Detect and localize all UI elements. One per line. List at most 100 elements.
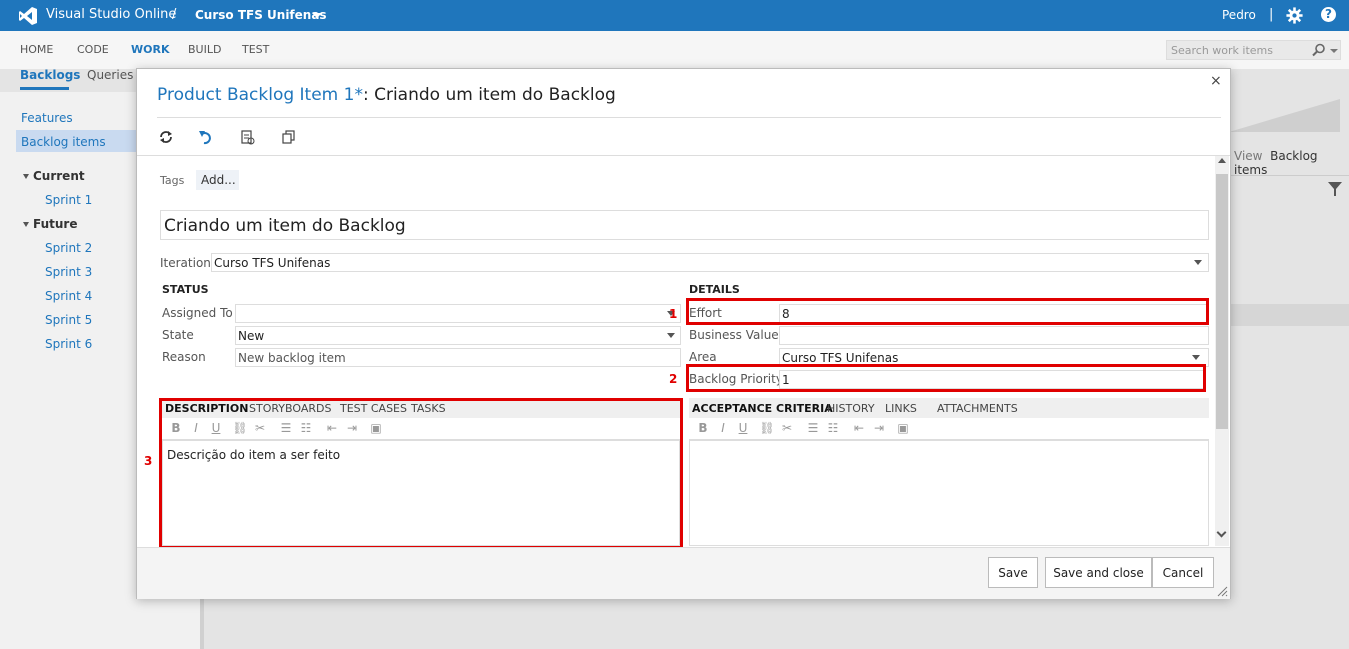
annotation-number-2: 2 bbox=[669, 372, 678, 386]
work-item-dialog: × Product Backlog Item 1*: Criando um it… bbox=[136, 68, 1231, 599]
italic-icon[interactable]: I bbox=[715, 421, 731, 437]
search-placeholder: Search work items bbox=[1171, 44, 1273, 57]
collapse-icon[interactable] bbox=[23, 222, 29, 227]
help-icon[interactable]: ? bbox=[1321, 7, 1336, 22]
acceptance-editor-toolbar: B I U ⛓ ✂ ☰ ☷ ⇤ ⇥ ▣ bbox=[689, 418, 1209, 440]
topbar-divider: | bbox=[1269, 7, 1274, 22]
resize-grip-icon[interactable] bbox=[1216, 585, 1228, 597]
business-value-field[interactable] bbox=[779, 326, 1209, 345]
insert-link-icon[interactable]: ⛓ bbox=[759, 421, 775, 437]
insert-image-icon[interactable]: ▣ bbox=[895, 421, 911, 437]
chevron-down-icon[interactable] bbox=[1192, 355, 1200, 360]
undo-icon[interactable] bbox=[198, 129, 214, 145]
annotation-number-1: 1 bbox=[669, 307, 678, 321]
annotation-box-backlog-priority bbox=[686, 364, 1206, 392]
search-options-chevron-icon[interactable] bbox=[1330, 49, 1338, 53]
scrollbar-thumb[interactable] bbox=[1216, 174, 1228, 429]
assigned-to-field[interactable] bbox=[235, 304, 681, 323]
chevron-down-icon[interactable] bbox=[1194, 260, 1202, 265]
filter-icon[interactable] bbox=[1328, 182, 1342, 196]
area-label: Area bbox=[689, 350, 717, 364]
annotation-number-3: 3 bbox=[144, 454, 153, 468]
area-value: Curso TFS Unifenas bbox=[782, 351, 899, 365]
iteration-value: Curso TFS Unifenas bbox=[214, 256, 331, 270]
sidebar-item-sprint-1[interactable]: Sprint 1 bbox=[45, 193, 92, 207]
underline-icon[interactable]: U bbox=[735, 421, 751, 437]
brand-name[interactable]: Visual Studio Online bbox=[46, 7, 176, 22]
nav-home[interactable]: HOME bbox=[20, 43, 53, 56]
sidebar-item-sprint-5[interactable]: Sprint 5 bbox=[45, 313, 92, 327]
close-icon[interactable]: × bbox=[1210, 73, 1222, 89]
capacity-chart-shape bbox=[1229, 99, 1340, 132]
iteration-label: Iteration bbox=[160, 256, 211, 270]
nav-test[interactable]: TEST bbox=[242, 43, 269, 56]
assigned-to-label: Assigned To bbox=[162, 306, 233, 320]
increase-indent-icon[interactable]: ⇥ bbox=[871, 421, 887, 437]
sidebar-group-future[interactable]: Future bbox=[33, 217, 77, 231]
backlog-row-highlight bbox=[1229, 304, 1349, 326]
sidebar-group-current[interactable]: Current bbox=[33, 169, 85, 183]
chevron-down-icon[interactable] bbox=[312, 13, 322, 18]
cancel-button[interactable]: Cancel bbox=[1152, 557, 1214, 588]
iteration-field[interactable]: Curso TFS Unifenas bbox=[211, 253, 1209, 272]
refresh-icon[interactable] bbox=[158, 129, 174, 145]
sidebar-item-sprint-4[interactable]: Sprint 4 bbox=[45, 289, 92, 303]
tab-acceptance-criteria[interactable]: ACCEPTANCE CRITERIA bbox=[692, 402, 833, 415]
status-heading: STATUS bbox=[162, 283, 209, 296]
remove-link-icon[interactable]: ✂ bbox=[779, 421, 795, 437]
visual-studio-logo-icon[interactable] bbox=[18, 6, 38, 26]
chevron-down-icon[interactable] bbox=[667, 333, 675, 338]
sidebar-item-sprint-2[interactable]: Sprint 2 bbox=[45, 241, 92, 255]
nav-work[interactable]: WORK bbox=[131, 43, 169, 56]
save-button[interactable]: Save bbox=[988, 557, 1038, 588]
title-field[interactable]: Criando um item do Backlog bbox=[160, 210, 1209, 240]
acceptance-criteria-editor[interactable] bbox=[689, 440, 1209, 546]
nav-build[interactable]: BUILD bbox=[188, 43, 221, 56]
collapse-icon[interactable] bbox=[23, 174, 29, 179]
state-field[interactable]: New bbox=[235, 326, 681, 345]
sidebar-item-backlog-items[interactable]: Backlog items bbox=[21, 135, 106, 149]
save-and-close-button[interactable]: Save and close bbox=[1045, 557, 1152, 588]
annotation-box-effort bbox=[686, 298, 1209, 325]
tab-links[interactable]: LINKS bbox=[885, 402, 917, 415]
bold-icon[interactable]: B bbox=[695, 421, 711, 437]
gear-icon[interactable] bbox=[1286, 7, 1303, 24]
divider bbox=[157, 117, 1221, 118]
add-tag-button[interactable]: Add... bbox=[196, 170, 239, 190]
details-heading: DETAILS bbox=[689, 283, 740, 296]
divider bbox=[137, 155, 1230, 156]
tags-label: Tags bbox=[160, 174, 185, 187]
tab-backlogs[interactable]: Backlogs bbox=[20, 68, 80, 82]
work-item-id-link[interactable]: Product Backlog Item 1* bbox=[157, 85, 363, 105]
breadcrumb-separator: / bbox=[172, 7, 177, 22]
search-input[interactable]: Search work items bbox=[1166, 40, 1341, 60]
reason-value: New backlog item bbox=[238, 351, 346, 365]
annotation-box-description bbox=[159, 398, 683, 549]
project-selector[interactable]: Curso TFS Unifenas bbox=[195, 8, 327, 22]
user-name[interactable]: Pedro bbox=[1222, 8, 1256, 22]
top-bar: Visual Studio Online / Curso TFS Unifena… bbox=[0, 0, 1349, 31]
scroll-up-icon[interactable] bbox=[1218, 158, 1226, 163]
tab-history[interactable]: HISTORY bbox=[827, 402, 875, 415]
copy-template-icon[interactable] bbox=[239, 129, 255, 145]
tab-attachments[interactable]: ATTACHMENTS bbox=[937, 402, 1018, 415]
decrease-indent-icon[interactable]: ⇤ bbox=[851, 421, 867, 437]
dialog-title-text: : Criando um item do Backlog bbox=[362, 85, 616, 105]
nav-code[interactable]: CODE bbox=[77, 43, 109, 56]
sidebar-item-features[interactable]: Features bbox=[21, 111, 73, 125]
clone-icon[interactable] bbox=[281, 129, 297, 145]
view-selector[interactable]: View Backlog items bbox=[1234, 149, 1349, 177]
dialog-title: Product Backlog Item 1*: Criando um item… bbox=[157, 85, 616, 105]
business-value-label: Business Value bbox=[689, 328, 779, 342]
search-icon[interactable] bbox=[1312, 43, 1326, 57]
reason-field[interactable]: New backlog item bbox=[235, 348, 681, 367]
tab-queries[interactable]: Queries bbox=[87, 68, 133, 82]
divider bbox=[1229, 175, 1349, 176]
view-label: View bbox=[1234, 149, 1263, 163]
bulleted-list-icon[interactable]: ☰ bbox=[805, 421, 821, 437]
sidebar-item-sprint-6[interactable]: Sprint 6 bbox=[45, 337, 92, 351]
numbered-list-icon[interactable]: ☷ bbox=[825, 421, 841, 437]
nav-bar: HOME CODE WORK BUILD TEST Search work it… bbox=[0, 31, 1349, 69]
acceptance-tab-bar: ACCEPTANCE CRITERIA HISTORY LINKS ATTACH… bbox=[689, 398, 1209, 418]
sidebar-item-sprint-3[interactable]: Sprint 3 bbox=[45, 265, 92, 279]
